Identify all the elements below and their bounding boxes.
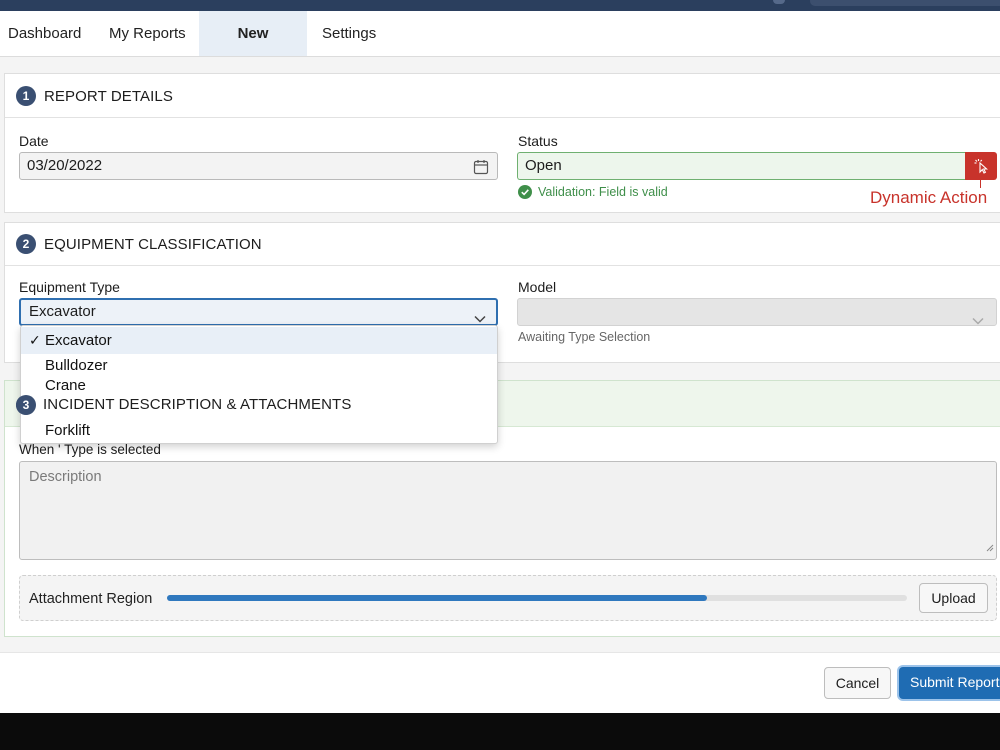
chevron-down-icon <box>972 308 984 334</box>
attachment-region[interactable]: Attachment Region Upload <box>19 575 997 621</box>
section-3-number-overlay: 3 <box>16 395 36 415</box>
status-field[interactable]: Open <box>517 152 966 180</box>
model-select[interactable] <box>517 298 997 326</box>
model-help-text: Awaiting Type Selection <box>518 330 651 344</box>
tab-new-report[interactable]: New Report <box>199 11 307 88</box>
cancel-button[interactable]: Cancel <box>824 667 891 699</box>
checkmark-icon: ✓ <box>29 332 41 348</box>
date-label: Date <box>19 133 49 149</box>
dynamic-action-label: Dynamic Action <box>870 188 988 207</box>
conditional-hint: When ' Type is selected <box>19 442 161 457</box>
dropdown-option-label: Bulldozer <box>45 357 108 374</box>
description-placeholder: Description <box>29 469 102 485</box>
equipment-classification-header: 2 EQUIPMENT CLASSIFICATION <box>5 223 1000 266</box>
dropdown-option-bulldozer[interactable]: Bulldozer <box>21 356 497 376</box>
user-menu-indicator[interactable] <box>773 0 785 4</box>
dropdown-option-label: Excavator <box>45 332 112 349</box>
resize-handle-icon[interactable] <box>985 539 994 557</box>
equipment-type-dropdown: ✓ Excavator Bulldozer Crane Forklift <box>20 325 498 444</box>
tab-my-reports[interactable]: My Reports <box>95 11 200 56</box>
equipment-type-value: Excavator <box>29 303 96 320</box>
bottom-black-bar <box>0 713 1000 750</box>
equipment-type-select[interactable]: Excavator <box>19 298 498 326</box>
report-details-header: 1 REPORT DETAILS <box>5 74 1000 118</box>
date-field[interactable]: 03/20/2022 <box>19 152 498 180</box>
dropdown-option-label: Crane <box>45 377 86 394</box>
status-value: Open <box>525 157 562 174</box>
section-number-badge: 2 <box>16 234 36 254</box>
dynamic-action-button[interactable] <box>965 152 997 180</box>
check-circle-icon <box>518 185 532 199</box>
validation-message: Validation: Field is valid <box>538 185 668 199</box>
model-label: Model <box>518 279 557 295</box>
tab-dashboard[interactable]: Dashboard <box>0 11 95 56</box>
nav-tabs: Dashboard My Reports New Report Settings <box>0 11 1000 88</box>
upload-progress-fill <box>167 595 708 601</box>
dropdown-option-label: Forklift <box>45 422 90 439</box>
tab-settings[interactable]: Settings <box>308 11 390 56</box>
attachment-region-label: Attachment Region <box>29 591 153 607</box>
dropdown-option-forklift[interactable]: Forklift <box>21 421 497 441</box>
section-title: REPORT DETAILS <box>44 88 173 105</box>
status-label: Status <box>518 133 558 149</box>
section-number-badge: 1 <box>16 86 36 106</box>
section-3-title-overlay: INCIDENT DESCRIPTION & ATTACHMENTS <box>43 396 352 413</box>
dynamic-action-connector <box>980 180 981 188</box>
submit-report-button[interactable]: Submit Report <box>899 667 1000 699</box>
search-pill[interactable] <box>810 0 1000 6</box>
date-value: 03/20/2022 <box>27 157 103 174</box>
top-app-bar <box>0 0 1000 11</box>
section-title: EQUIPMENT CLASSIFICATION <box>44 236 262 253</box>
description-textarea[interactable]: Description <box>19 461 997 560</box>
upload-button[interactable]: Upload <box>919 583 988 613</box>
report-details-card: 1 REPORT DETAILS <box>4 73 1000 213</box>
equipment-type-label: Equipment Type <box>19 279 120 295</box>
upload-progress-track <box>167 595 907 601</box>
dropdown-option-crane[interactable]: Crane <box>21 376 497 396</box>
calendar-icon[interactable] <box>473 158 489 175</box>
dropdown-option-excavator[interactable]: ✓ Excavator <box>21 327 497 354</box>
cursor-click-icon <box>973 158 989 179</box>
